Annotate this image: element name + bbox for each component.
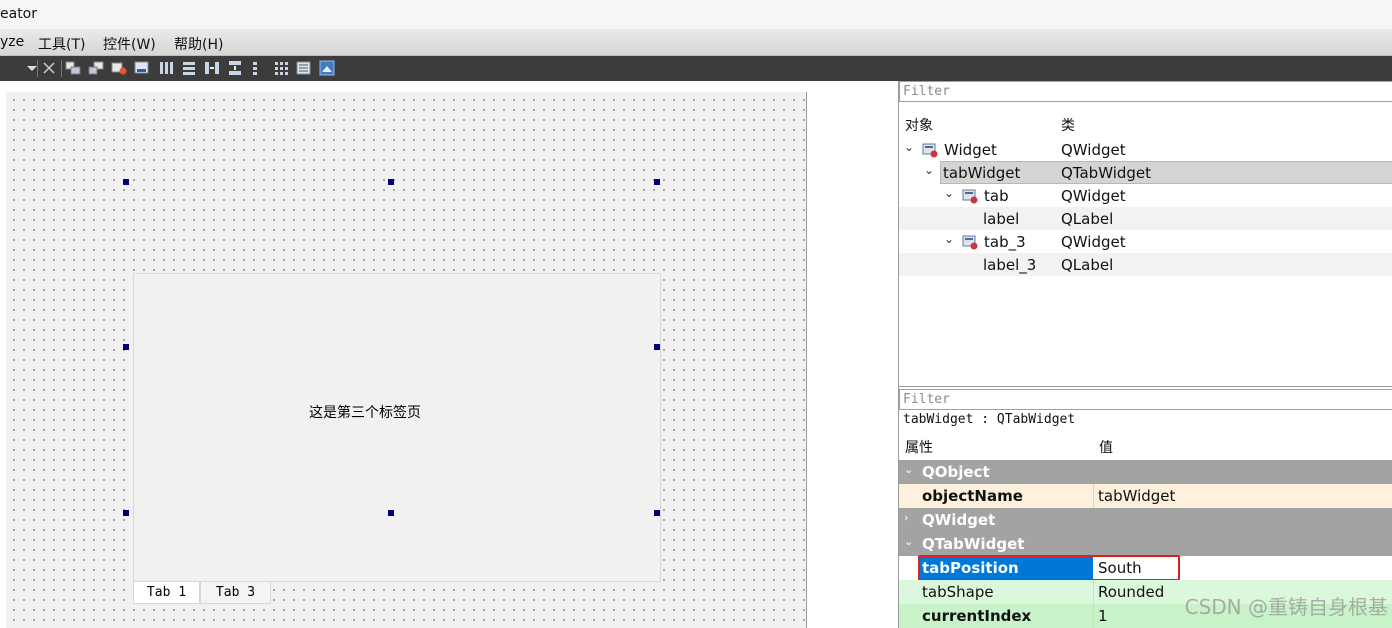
tree-item-name: tab_3 (984, 233, 1026, 251)
tab-page[interactable]: 这是第三个标签页 (133, 273, 661, 582)
property-filter-input[interactable]: Filter (899, 389, 1392, 410)
layout-splitter-v-icon[interactable] (227, 60, 243, 76)
title-bar: eator (0, 0, 1392, 29)
watermark: CSDN @重铸自身根基 (1184, 595, 1388, 619)
tree-item-name: label_3 (983, 256, 1037, 274)
tree-item-name: tabWidget (943, 164, 1021, 182)
tree-item-class: QLabel (1061, 210, 1114, 228)
property-row-objectname[interactable]: objectName tabWidget (899, 484, 1392, 508)
tab-widget[interactable]: 这是第三个标签页 Tab 1 Tab 3 (133, 273, 661, 604)
property-value[interactable]: Rounded (1098, 583, 1164, 601)
property-name: currentIndex (922, 607, 1032, 625)
tree-row-label3[interactable]: label_3 QLabel (899, 253, 1392, 276)
menu-item-help[interactable]: 帮助(H) (174, 34, 223, 54)
tab-button-tab3[interactable]: Tab 3 (200, 582, 271, 604)
column-divider (1093, 580, 1094, 604)
resize-handle[interactable] (388, 510, 394, 516)
property-value[interactable]: tabWidget (1098, 487, 1175, 505)
tab-button-tab1[interactable]: Tab 1 (133, 582, 200, 604)
property-row-tabposition[interactable]: tabPosition South (899, 555, 1392, 581)
resize-handle[interactable] (123, 510, 129, 516)
preview-icon[interactable] (319, 60, 335, 76)
object-inspector: Filter 对象 类 ⌄ Widget QWidget ⌄ tabWidget… (898, 81, 1392, 386)
column-header-class[interactable]: 类 (1061, 115, 1075, 135)
resize-handle[interactable] (654, 179, 660, 185)
form-canvas[interactable]: 这是第三个标签页 Tab 1 Tab 3 (6, 92, 807, 628)
group-name: QObject (922, 463, 990, 481)
menu-item-widgets[interactable]: 控件(W) (103, 34, 156, 54)
edit-buddies-icon[interactable] (134, 60, 150, 76)
expand-arrow-icon[interactable]: ⌄ (904, 140, 916, 154)
edit-tab-order-icon[interactable] (111, 60, 127, 76)
resize-handle[interactable] (123, 179, 129, 185)
layout-splitter-h-icon[interactable] (204, 60, 220, 76)
widget-icon (962, 234, 978, 250)
tree-row-tab3[interactable]: ⌄ tab_3 QWidget (899, 230, 1392, 253)
widget-icon (962, 188, 978, 204)
resize-handle[interactable] (654, 344, 660, 350)
menu-item-analyze[interactable]: yze (0, 34, 24, 50)
group-name: QWidget (922, 511, 996, 529)
property-value[interactable]: 1 (1098, 607, 1108, 625)
layout-vertical-icon[interactable] (181, 60, 197, 76)
menu-bar: yze 工具(T) 控件(W) 帮助(H) (0, 29, 1392, 56)
break-layout-icon[interactable] (41, 60, 57, 76)
tree-row-widget[interactable]: ⌄ Widget QWidget (899, 138, 1392, 161)
tree-item-name: label (983, 210, 1020, 228)
tree-item-name: tab (984, 187, 1009, 205)
object-filter-input[interactable]: Filter (899, 81, 1392, 102)
expand-arrow-icon[interactable]: ⌄ (944, 232, 956, 246)
property-group-qtabwidget[interactable]: ⌄ QTabWidget (899, 532, 1392, 556)
annotation-highlight-box (918, 555, 1180, 581)
layout-form-icon[interactable] (273, 60, 289, 76)
layout-horizontal-icon[interactable] (158, 60, 174, 76)
tree-item-class: QWidget (1061, 187, 1126, 205)
tree-item-class: QTabWidget (1061, 164, 1152, 182)
property-group-qwidget[interactable]: › QWidget (899, 508, 1392, 532)
window-title: eator (0, 6, 38, 22)
column-divider (1093, 604, 1094, 628)
tree-row-label[interactable]: label QLabel (899, 207, 1392, 230)
column-header-property[interactable]: 属性 (905, 437, 933, 457)
column-header-object[interactable]: 对象 (905, 115, 933, 135)
form-editor-area: 这是第三个标签页 Tab 1 Tab 3 (0, 81, 898, 628)
column-divider (1093, 484, 1094, 508)
expand-arrow-icon[interactable]: ⌄ (924, 163, 936, 177)
column-header-value[interactable]: 值 (1099, 437, 1113, 457)
lower-icon[interactable] (88, 60, 104, 76)
widget-icon (922, 142, 938, 158)
resize-handle[interactable] (123, 344, 129, 350)
tree-item-class: QWidget (1061, 141, 1126, 159)
form-toolbar (0, 56, 1392, 81)
raise-icon[interactable] (65, 60, 81, 76)
expand-arrow-icon[interactable]: ⌄ (944, 186, 956, 200)
group-name: QTabWidget (922, 535, 1025, 553)
property-context-label: tabWidget : QTabWidget (903, 412, 1076, 427)
toolbar-separator (61, 60, 62, 77)
resize-handle[interactable] (388, 179, 394, 185)
tab-page-label: 这是第三个标签页 (309, 405, 421, 421)
tree-item-class: QLabel (1061, 256, 1114, 274)
tree-item-name: Widget (944, 141, 997, 159)
layout-grid-icon[interactable] (250, 60, 266, 76)
adjust-size-icon[interactable] (296, 60, 312, 76)
toolbar-separator (37, 60, 38, 77)
property-name: tabShape (922, 583, 994, 601)
expand-arrow-icon[interactable]: › (904, 511, 908, 524)
property-name: objectName (922, 487, 1023, 505)
collapse-arrow-icon[interactable]: ⌄ (904, 463, 913, 476)
tree-row-tab[interactable]: ⌄ tab QWidget (899, 184, 1392, 207)
tree-row-tabwidget[interactable]: ⌄ tabWidget QTabWidget (899, 161, 1392, 184)
tree-item-class: QWidget (1061, 233, 1126, 251)
collapse-arrow-icon[interactable]: ⌄ (904, 535, 913, 548)
resize-handle[interactable] (654, 510, 660, 516)
property-group-qobject[interactable]: ⌄ QObject (899, 460, 1392, 484)
menu-item-tools[interactable]: 工具(T) (38, 34, 85, 54)
